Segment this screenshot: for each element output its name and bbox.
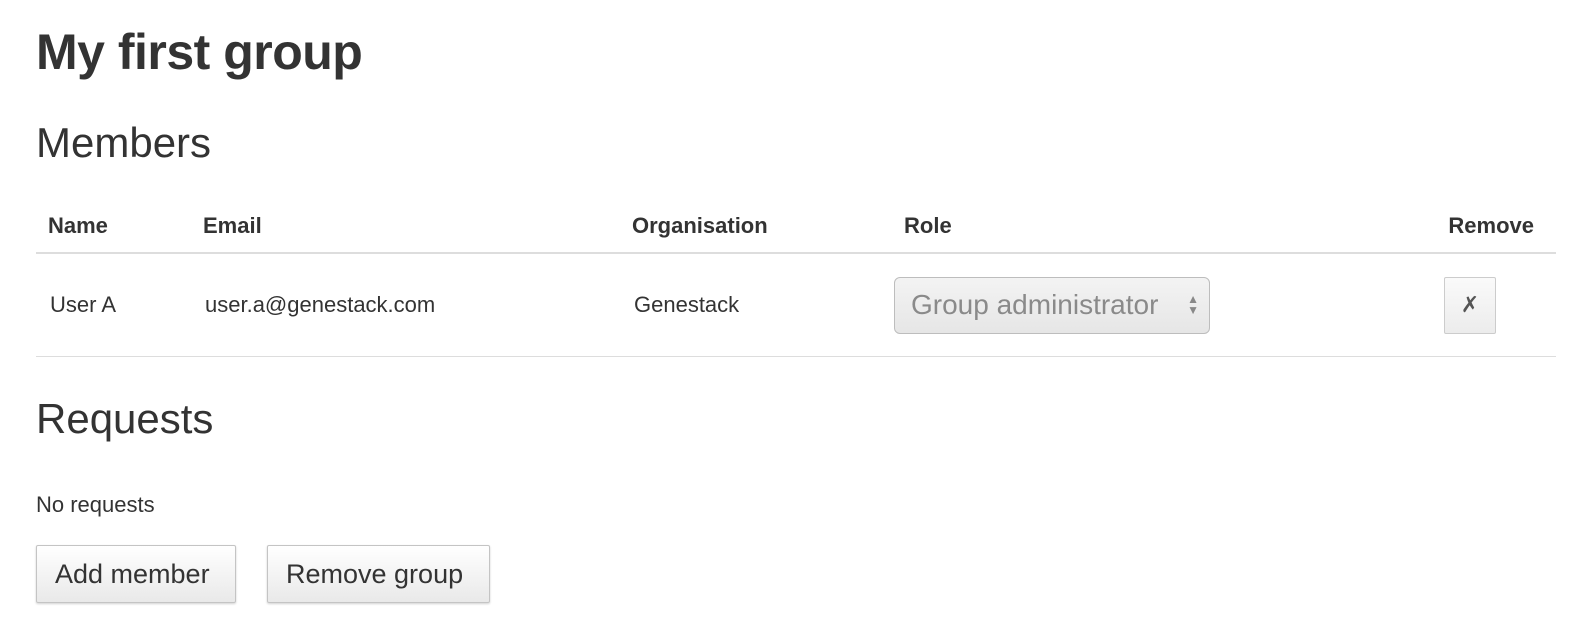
- member-email: user.a@genestack.com: [191, 253, 620, 357]
- table-header-row: Name Email Organisation Role Remove: [36, 200, 1556, 254]
- column-header-organisation: Organisation: [620, 200, 892, 254]
- members-heading: Members: [36, 119, 212, 166]
- table-row: User A user.a@genestack.com Genestack Gr…: [36, 253, 1556, 357]
- remove-group-button[interactable]: Remove group: [267, 545, 490, 603]
- column-header-remove: Remove: [1412, 200, 1556, 254]
- requests-heading: Requests: [36, 395, 214, 442]
- page-title: My first group: [36, 24, 363, 80]
- up-down-arrows-icon: ▲ ▼: [1187, 292, 1199, 317]
- column-header-email: Email: [191, 200, 620, 254]
- members-table: Name Email Organisation Role Remove User…: [36, 200, 1556, 357]
- add-member-button[interactable]: Add member: [36, 545, 236, 603]
- column-header-role: Role: [892, 200, 1412, 254]
- role-select[interactable]: Group administrator ▲ ▼: [894, 276, 1210, 334]
- column-header-name: Name: [36, 200, 191, 254]
- member-remove-cell: ✗: [1412, 253, 1556, 357]
- group-page: My first group Members Name Email Organi…: [0, 0, 1578, 638]
- member-name: User A: [36, 253, 191, 357]
- member-organisation: Genestack: [620, 253, 892, 357]
- member-role-cell: Group administrator ▲ ▼: [892, 253, 1412, 357]
- remove-member-button[interactable]: ✗: [1444, 276, 1496, 334]
- x-mark-icon: ✗: [1460, 292, 1480, 317]
- no-requests-text: No requests: [36, 492, 155, 517]
- role-select-value: Group administrator: [911, 289, 1159, 320]
